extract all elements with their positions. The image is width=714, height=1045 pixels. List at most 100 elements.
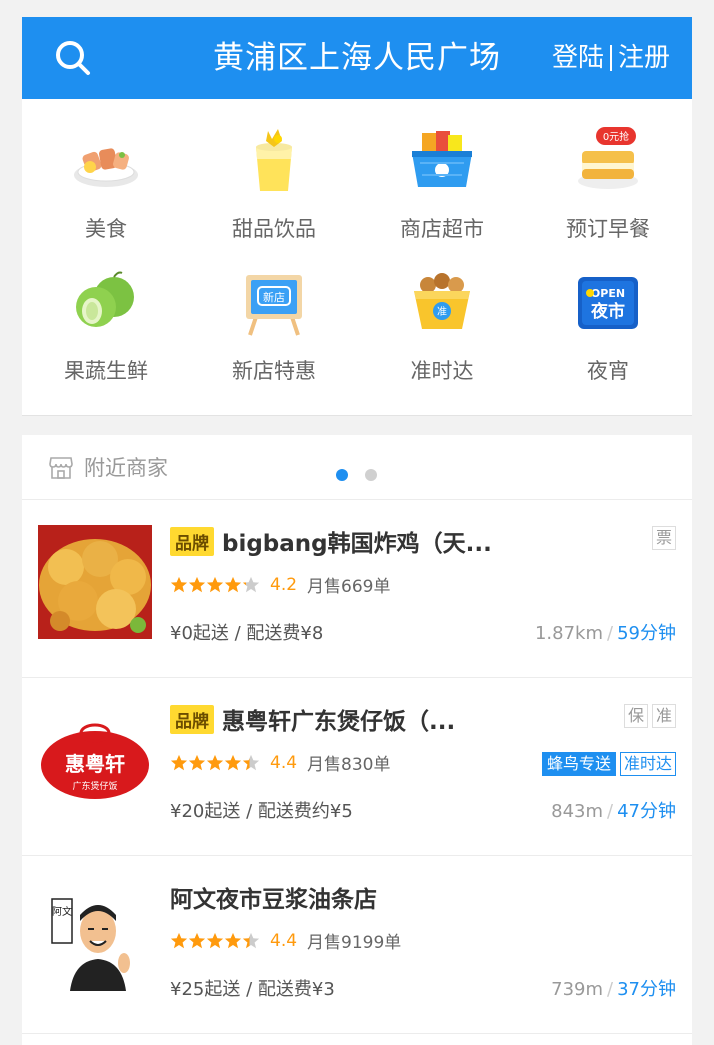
star-icon [224,932,242,948]
night-market-icon: OPEN 夜市 [572,267,644,339]
star-icon [242,576,260,592]
shop-item[interactable]: 品牌 bigbang韩国炸鸡（天... 票 4.2 月售669单 ¥0起送 / … [22,499,692,677]
distance-time: 739m/37分钟 [551,979,676,1000]
delivery-time: 37分钟 [617,979,676,1000]
rating-stars [170,576,260,594]
shop-item-partial[interactable] [22,1033,692,1045]
category-label: 果蔬生鲜 [64,359,148,383]
shop-rating: 4.2 月售669单 [170,572,391,597]
logo-text: 惠粤轩 [65,752,125,776]
food-plate-icon [70,125,142,197]
ontime-tag: 准时达 [619,752,676,776]
green-fruit-icon [70,267,142,339]
new-store-sign-icon: 新店 [238,267,310,339]
breakfast-toast-icon: 0元抢 [572,125,644,197]
category-fresh-produce[interactable]: 果蔬生鲜 [22,267,190,385]
category-label: 商店超市 [400,217,484,241]
logo-text: 阿文 [52,905,72,918]
delivery-time: 59分钟 [617,623,676,644]
nearby-title: 附近商家 [84,456,168,480]
shop-badges: 保 准 [623,704,676,728]
category-breakfast[interactable]: 0元抢 预订早餐 [524,125,692,243]
shop-name: 品牌 惠粤轩广东煲仔饭（... [170,702,455,736]
category-label: 新店特惠 [232,359,316,383]
night-market-tag-text: 夜市 [590,301,625,322]
shop-title: 阿文夜市豆浆油条店 [170,887,377,913]
star-icon [224,576,242,592]
shop-name: 品牌 bigbang韩国炸鸡（天... [170,524,492,558]
category-on-time[interactable]: 准 准时达 [358,267,526,385]
rating-score: 4.2 [270,574,298,595]
shop-item[interactable]: 阿文 阿文夜市豆浆油条店 4.4 月售9199单 ¥25起送 / 配送费¥3 7… [22,855,692,1033]
rating-stars [170,754,260,772]
star-icon [170,932,188,948]
shop-badges: 票 [651,526,676,550]
breakfast-tag-text: 0元抢 [603,130,629,143]
star-icon [206,932,224,948]
fengniao-delivery-tag: 蜂鸟专送 [541,752,616,776]
category-dessert-drinks[interactable]: 甜品饮品 [190,125,358,243]
category-food[interactable]: 美食 [22,125,190,243]
drink-cup-icon [238,125,310,197]
delivery-fee: ¥0起送 / 配送费¥8 [170,623,324,644]
rating-score: 4.4 [270,930,298,951]
star-icon [242,754,260,770]
monthly-sales: 月售669单 [307,577,391,597]
category-label: 甜品饮品 [232,217,316,241]
nearby-header: 附近商家 [22,435,692,499]
rating-stars [170,932,260,950]
brand-tag: 品牌 [170,526,214,556]
register-link[interactable]: 注册 [618,17,670,99]
monthly-sales: 月售830单 [307,755,391,775]
category-label: 夜宵 [587,359,629,383]
star-icon [170,754,188,770]
ontime-box-icon: 准 [406,267,478,339]
shop-item[interactable]: 惠粤轩 广东煲仔饭 品牌 惠粤轩广东煲仔饭（... 保 准 4.4 月售830单… [22,677,692,855]
category-new-store[interactable]: 新店 新店特惠 [190,267,358,385]
star-icon [242,932,260,948]
star-icon [188,576,206,592]
page-dot[interactable] [365,469,377,481]
star-icon [206,576,224,592]
monthly-sales: 月售9199单 [307,933,402,953]
page-dot-active[interactable] [336,469,348,481]
category-label: 准时达 [410,359,474,383]
distance-time: 843m/47分钟 [551,801,676,822]
delivery-time: 47分钟 [617,801,676,822]
star-icon [188,754,206,770]
divider [609,45,612,71]
ontime-tag-text: 准 [437,306,447,318]
star-icon [206,754,224,770]
night-open-text: OPEN [591,287,625,300]
distance: 843m [551,801,604,822]
category-grid: 美食 甜品饮品 商店超市 0元抢 预订早餐 果蔬生鲜 新店 新店特惠 准 准时达… [22,99,692,481]
category-supermarket[interactable]: 商店超市 [358,125,526,243]
shop-title: bigbang韩国炸鸡（天... [222,531,492,557]
shop-rating: 4.4 月售830单 [170,750,391,775]
delivery-fee: ¥20起送 / 配送费约¥5 [170,801,353,822]
shop-name: 阿文夜市豆浆油条店 [170,880,377,914]
rating-score: 4.4 [270,752,298,773]
distance: 739m [551,979,604,1000]
category-late-night[interactable]: OPEN 夜市 夜宵 [524,267,692,385]
delivery-services: 蜂鸟专送 准时达 [541,752,676,776]
invoice-badge: 票 [651,526,676,550]
category-label: 预订早餐 [566,217,650,241]
top-header: 黄浦区上海人民广场 登陆 注册 [22,17,692,99]
section-divider [22,415,692,435]
distance-time: 1.87km/59分钟 [534,623,676,644]
shop-logo: 阿文 [38,881,152,995]
brand-tag: 品牌 [170,704,214,734]
auth-links: 登陆 注册 [552,17,670,99]
logo-subtext: 广东煲仔饭 [72,780,117,792]
distance: 1.87km [534,623,604,644]
shop-thumbnail [38,525,152,639]
app-screen: 黄浦区上海人民广场 登陆 注册 美食 甜品饮品 商店超市 0元抢 预订早餐 果蔬… [22,17,692,1045]
new-store-tag-text: 新店 [263,290,285,304]
shop-rating: 4.4 月售9199单 [170,928,401,953]
login-link[interactable]: 登陆 [552,17,604,99]
star-icon [224,754,242,770]
store-icon [49,457,73,479]
star-icon [170,576,188,592]
delivery-fee: ¥25起送 / 配送费¥3 [170,979,335,1000]
